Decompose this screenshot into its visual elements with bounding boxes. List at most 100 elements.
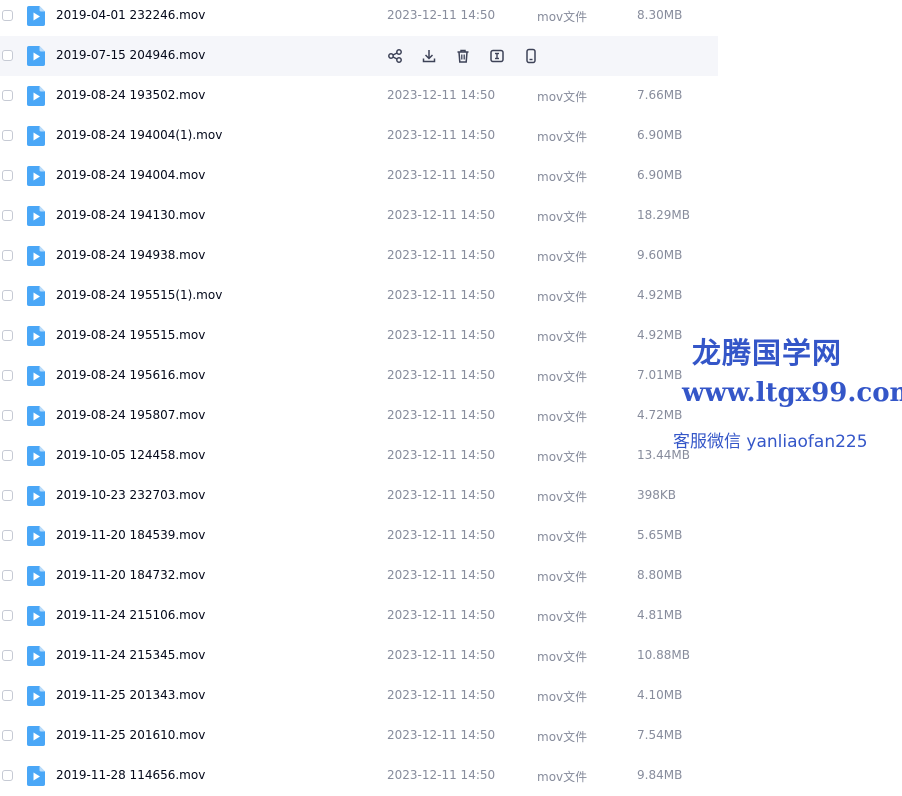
row-checkbox[interactable] xyxy=(2,330,13,341)
file-row[interactable]: 2019-08-24 194130.mov 2023-12-11 14:50 mov… xyxy=(0,196,718,236)
file-name[interactable]: 2019-07-15 204946.mov xyxy=(56,48,205,62)
row-checkbox[interactable] xyxy=(2,250,13,261)
file-size: 18.29MB xyxy=(637,208,690,222)
file-name[interactable]: 2019-08-24 195807.mov xyxy=(56,408,205,422)
file-name[interactable]: 2019-11-20 184732.mov xyxy=(56,568,205,582)
row-checkbox[interactable] xyxy=(2,10,13,21)
file-size: 8.80MB xyxy=(637,568,683,582)
file-row[interactable]: 2019-10-05 124458.mov 2023-12-11 14:50 mov… xyxy=(0,436,718,476)
row-checkbox[interactable] xyxy=(2,490,13,501)
file-row[interactable]: 2019-11-28 114656.mov 2023-12-11 14:50 mov… xyxy=(0,756,718,796)
file-name[interactable]: 2019-08-24 194004(1).mov xyxy=(56,128,222,142)
file-list: 2019-04-01 232246.mov 2023-12-11 14:50 mov… xyxy=(0,0,718,796)
video-file-icon xyxy=(27,646,45,666)
file-row[interactable]: 2019-11-24 215106.mov 2023-12-11 14:50 mov… xyxy=(0,596,718,636)
file-size: 4.10MB xyxy=(637,688,683,702)
file-date: 2023-12-11 14:50 xyxy=(387,688,496,702)
file-size: 5.65MB xyxy=(637,528,683,542)
file-name[interactable]: 2019-11-24 215345.mov xyxy=(56,648,205,662)
video-file-icon xyxy=(27,686,45,706)
video-file-icon xyxy=(27,526,45,546)
file-size: 6.90MB xyxy=(637,168,683,182)
rename-icon[interactable] xyxy=(489,48,505,64)
file-name[interactable]: 2019-08-24 194938.mov xyxy=(56,248,205,262)
file-size: 13.44MB xyxy=(637,448,690,462)
file-name[interactable]: 2019-08-24 194130.mov xyxy=(56,208,205,222)
file-date: 2023-12-11 14:50 xyxy=(387,8,496,22)
file-row[interactable]: 2019-08-24 194004.mov 2023-12-11 14:50 mov… xyxy=(0,156,718,196)
file-size: 7.54MB xyxy=(637,728,683,742)
file-type: mov文件 xyxy=(537,130,588,144)
row-checkbox[interactable] xyxy=(2,610,13,621)
row-checkbox[interactable] xyxy=(2,130,13,141)
file-date: 2023-12-11 14:50 xyxy=(387,288,496,302)
file-row[interactable]: 2019-08-24 194004(1).mov 2023-12-11 14:50… xyxy=(0,116,718,156)
file-name[interactable]: 2019-08-24 193502.mov xyxy=(56,88,205,102)
video-file-icon xyxy=(27,486,45,506)
share-icon[interactable] xyxy=(387,48,403,64)
send-to-phone-icon[interactable] xyxy=(523,48,539,64)
file-name[interactable]: 2019-08-24 194004.mov xyxy=(56,168,205,182)
file-row[interactable]: 2019-08-24 195616.mov 2023-12-11 14:50 mov… xyxy=(0,356,718,396)
row-checkbox[interactable] xyxy=(2,90,13,101)
file-date: 2023-12-11 14:50 xyxy=(387,128,496,142)
file-size: 4.72MB xyxy=(637,408,683,422)
video-file-icon xyxy=(27,606,45,626)
file-type: mov文件 xyxy=(537,530,588,544)
row-checkbox[interactable] xyxy=(2,690,13,701)
file-row[interactable]: 2019-08-24 195807.mov 2023-12-11 14:50 mov… xyxy=(0,396,718,436)
file-type: mov文件 xyxy=(537,650,588,664)
row-checkbox[interactable] xyxy=(2,410,13,421)
row-checkbox[interactable] xyxy=(2,210,13,221)
file-row[interactable]: 2019-11-24 215345.mov 2023-12-11 14:50 mov… xyxy=(0,636,718,676)
file-size: 6.90MB xyxy=(637,128,683,142)
video-file-icon xyxy=(27,86,45,106)
file-type: mov文件 xyxy=(537,730,588,744)
row-checkbox[interactable] xyxy=(2,450,13,461)
file-name[interactable]: 2019-11-28 114656.mov xyxy=(56,768,205,782)
row-checkbox[interactable] xyxy=(2,530,13,541)
file-type: mov文件 xyxy=(537,290,588,304)
file-row[interactable]: 2019-10-23 232703.mov 2023-12-11 14:50 mov… xyxy=(0,476,718,516)
row-checkbox[interactable] xyxy=(2,770,13,781)
file-name[interactable]: 2019-11-20 184539.mov xyxy=(56,528,205,542)
row-checkbox[interactable] xyxy=(2,290,13,301)
file-row[interactable]: 2019-11-20 184732.mov 2023-12-11 14:50 mov… xyxy=(0,556,718,596)
file-name[interactable]: 2019-11-24 215106.mov xyxy=(56,608,205,622)
row-checkbox[interactable] xyxy=(2,570,13,581)
file-name[interactable]: 2019-10-05 124458.mov xyxy=(56,448,205,462)
row-checkbox[interactable] xyxy=(2,50,13,61)
file-size: 10.88MB xyxy=(637,648,690,662)
file-row[interactable]: 2019-04-01 232246.mov 2023-12-11 14:50 mov… xyxy=(0,0,718,36)
file-name[interactable]: 2019-08-24 195515(1).mov xyxy=(56,288,222,302)
file-name[interactable]: 2019-11-25 201610.mov xyxy=(56,728,205,742)
file-size: 7.66MB xyxy=(637,88,683,102)
file-name[interactable]: 2019-08-24 195515.mov xyxy=(56,328,205,342)
file-row[interactable]: 2019-11-20 184539.mov 2023-12-11 14:50 mov… xyxy=(0,516,718,556)
download-icon[interactable] xyxy=(421,48,437,64)
file-name[interactable]: 2019-11-25 201343.mov xyxy=(56,688,205,702)
file-row[interactable]: 2019-08-24 195515.mov 2023-12-11 14:50 mov… xyxy=(0,316,718,356)
file-row[interactable]: 2019-07-15 204946.mov xyxy=(0,36,718,76)
file-type: mov文件 xyxy=(537,370,588,384)
file-name[interactable]: 2019-04-01 232246.mov xyxy=(56,8,205,22)
file-type: mov文件 xyxy=(537,690,588,704)
file-row[interactable]: 2019-11-25 201610.mov 2023-12-11 14:50 mov… xyxy=(0,716,718,756)
file-row[interactable]: 2019-11-25 201343.mov 2023-12-11 14:50 mov… xyxy=(0,676,718,716)
file-date: 2023-12-11 14:50 xyxy=(387,608,496,622)
file-row[interactable]: 2019-08-24 194938.mov 2023-12-11 14:50 mov… xyxy=(0,236,718,276)
file-type: mov文件 xyxy=(537,770,588,784)
file-size: 4.81MB xyxy=(637,608,683,622)
row-checkbox[interactable] xyxy=(2,650,13,661)
file-type: mov文件 xyxy=(537,250,588,264)
row-checkbox[interactable] xyxy=(2,370,13,381)
video-file-icon xyxy=(27,766,45,786)
row-checkbox[interactable] xyxy=(2,170,13,181)
file-name[interactable]: 2019-10-23 232703.mov xyxy=(56,488,205,502)
delete-icon[interactable] xyxy=(455,48,471,64)
file-row[interactable]: 2019-08-24 195515(1).mov 2023-12-11 14:50… xyxy=(0,276,718,316)
file-row[interactable]: 2019-08-24 193502.mov 2023-12-11 14:50 mov… xyxy=(0,76,718,116)
row-checkbox[interactable] xyxy=(2,730,13,741)
file-name[interactable]: 2019-08-24 195616.mov xyxy=(56,368,205,382)
file-type: mov文件 xyxy=(537,490,588,504)
